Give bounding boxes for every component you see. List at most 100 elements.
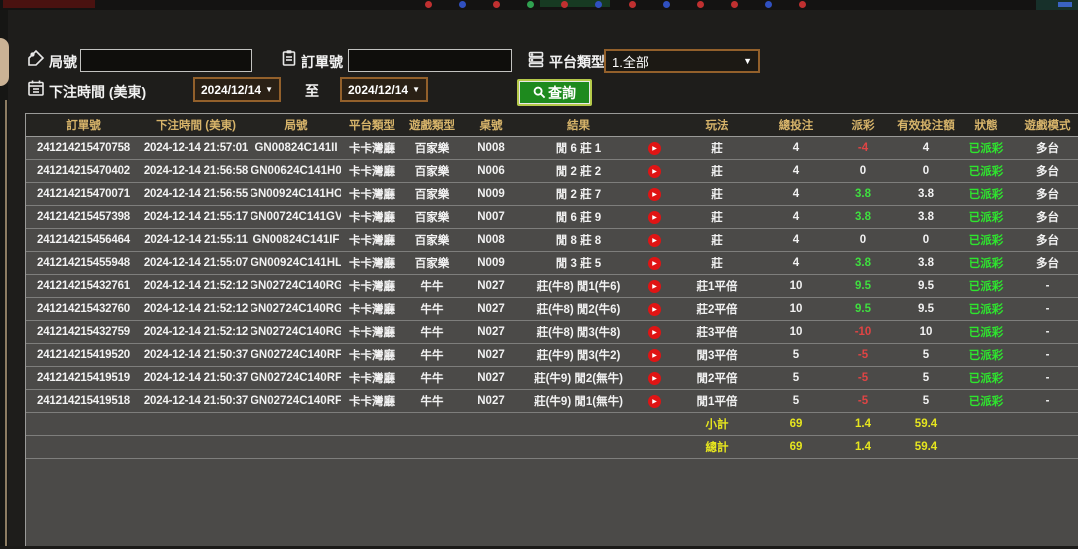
cell-bet-time: 2024-12-14 21:52:12 xyxy=(141,275,251,298)
cell-game-type: 百家樂 xyxy=(403,252,461,275)
cell-play-type: 莊 xyxy=(672,137,762,160)
roadmap-dot xyxy=(799,1,806,8)
cell-order-no: 241214215419518 xyxy=(26,390,141,413)
cell-platform-type: 卡卡灣廳 xyxy=(341,298,403,321)
cell-game-mode: 多台 xyxy=(1016,160,1078,183)
replay-play-icon[interactable]: ▶ xyxy=(647,164,661,178)
cell-status: 已派彩 xyxy=(956,367,1016,390)
platform-type-select[interactable]: 1.全部 ▼ xyxy=(604,49,760,73)
cell-platform-type: 卡卡灣廳 xyxy=(341,183,403,206)
cell-order-no: 241214215432759 xyxy=(26,321,141,344)
cell-bet-time: 2024-12-14 21:55:17 xyxy=(141,206,251,229)
platform-type-icon xyxy=(527,50,545,68)
cell-platform-type: 卡卡灣廳 xyxy=(341,160,403,183)
header-total-bet: 總投注 xyxy=(762,114,830,137)
cell-replay[interactable]: ▶ xyxy=(636,321,672,344)
cell-game-no: GN02724C140RG xyxy=(251,298,341,321)
cell-replay[interactable]: ▶ xyxy=(636,160,672,183)
cell-replay[interactable]: ▶ xyxy=(636,298,672,321)
cell-replay[interactable]: ▶ xyxy=(636,275,672,298)
cell-replay[interactable]: ▶ xyxy=(636,183,672,206)
cell-valid-bet: 3.8 xyxy=(896,206,956,229)
cell-replay[interactable]: ▶ xyxy=(636,252,672,275)
cell-result: 莊(牛9) 閒2(無牛) xyxy=(521,367,636,390)
cell-total-bet: 4 xyxy=(762,252,830,275)
date-to-select[interactable]: 2024/12/14 ▼ xyxy=(340,77,428,102)
cell-replay[interactable]: ▶ xyxy=(636,206,672,229)
game-no-label: 局號 xyxy=(49,54,77,70)
cell-total-bet: 10 xyxy=(762,275,830,298)
cell-replay[interactable]: ▶ xyxy=(636,367,672,390)
replay-play-icon[interactable]: ▶ xyxy=(647,279,661,293)
cell-payout: 3.8 xyxy=(830,206,896,229)
cell-bet-time: 2024-12-14 21:50:37 xyxy=(141,344,251,367)
cell-payout: 9.5 xyxy=(830,275,896,298)
grandtotal-row-valid-bet: 59.4 xyxy=(896,436,956,459)
cell-play-type: 莊1平倍 xyxy=(672,275,762,298)
cell-platform-type: 卡卡灣廳 xyxy=(341,252,403,275)
cell-table-no: N027 xyxy=(461,390,521,413)
header-table-no: 桌號 xyxy=(461,114,521,137)
cell-valid-bet: 5 xyxy=(896,390,956,413)
cell-table-no: N009 xyxy=(461,183,521,206)
replay-play-icon[interactable]: ▶ xyxy=(647,141,661,155)
cell-total-bet: 4 xyxy=(762,137,830,160)
replay-play-icon[interactable]: ▶ xyxy=(647,210,661,224)
replay-play-icon[interactable]: ▶ xyxy=(647,233,661,247)
date-from-select[interactable]: 2024/12/14 ▼ xyxy=(193,77,281,102)
cell-order-no: 241214215455948 xyxy=(26,252,141,275)
replay-play-icon[interactable]: ▶ xyxy=(647,302,661,316)
cell-replay[interactable]: ▶ xyxy=(636,390,672,413)
header-game-mode: 遊戲模式 xyxy=(1016,114,1078,137)
background-page-sliver xyxy=(0,0,1078,10)
bet-time-label: 下注時間 (美東) xyxy=(49,84,147,100)
cell-game-no: GN02724C140RG xyxy=(251,321,341,344)
replay-play-icon[interactable]: ▶ xyxy=(647,348,661,362)
date-to-value: 2024/12/14 xyxy=(348,82,409,97)
cell-valid-bet: 9.5 xyxy=(896,275,956,298)
grandtotal-row-payout: 1.4 xyxy=(830,436,896,459)
grandtotal-row-spacer xyxy=(26,436,672,459)
roadmap-dot xyxy=(663,1,670,8)
grandtotal-row-total-bet: 69 xyxy=(762,436,830,459)
replay-play-icon[interactable]: ▶ xyxy=(647,187,661,201)
cell-payout: 3.8 xyxy=(830,183,896,206)
cell-play-type: 莊3平倍 xyxy=(672,321,762,344)
cell-game-no: GN02724C140RG xyxy=(251,275,341,298)
cell-status: 已派彩 xyxy=(956,206,1016,229)
cell-platform-type: 卡卡灣廳 xyxy=(341,390,403,413)
cell-replay[interactable]: ▶ xyxy=(636,137,672,160)
cell-game-mode: 多台 xyxy=(1016,137,1078,160)
chevron-down-icon: ▼ xyxy=(412,85,420,94)
cell-total-bet: 5 xyxy=(762,390,830,413)
bet-records-grid: 訂單號 下注時間 (美東) 局號 平台類型 遊戲類型 桌號 結果 玩法 總投注 … xyxy=(26,114,1078,459)
cell-result: 莊(牛8) 閒3(牛8) xyxy=(521,321,636,344)
roadmap-dot xyxy=(629,1,636,8)
replay-play-icon[interactable]: ▶ xyxy=(647,325,661,339)
clipboard-icon xyxy=(280,49,298,67)
replay-play-icon[interactable]: ▶ xyxy=(647,256,661,270)
order-no-input[interactable] xyxy=(348,49,512,72)
cell-order-no: 241214215419520 xyxy=(26,344,141,367)
cell-game-type: 牛牛 xyxy=(403,298,461,321)
cell-play-type: 莊 xyxy=(672,229,762,252)
cell-replay[interactable]: ▶ xyxy=(636,344,672,367)
cell-game-no: GN00824C141II xyxy=(251,137,341,160)
cell-game-mode: 多台 xyxy=(1016,252,1078,275)
cell-game-mode: 多台 xyxy=(1016,229,1078,252)
cell-platform-type: 卡卡灣廳 xyxy=(341,275,403,298)
cell-valid-bet: 4 xyxy=(896,137,956,160)
cell-play-type: 莊 xyxy=(672,160,762,183)
cell-status: 已派彩 xyxy=(956,344,1016,367)
roadmap-dot xyxy=(493,1,500,8)
replay-play-icon[interactable]: ▶ xyxy=(647,371,661,385)
subtotal-row-label: 小計 xyxy=(672,413,762,436)
cell-valid-bet: 9.5 xyxy=(896,298,956,321)
cell-game-type: 百家樂 xyxy=(403,229,461,252)
cell-replay[interactable]: ▶ xyxy=(636,229,672,252)
game-no-input[interactable] xyxy=(80,49,252,72)
cell-game-no: GN02724C140RF xyxy=(251,390,341,413)
query-button[interactable]: 查詢 xyxy=(517,79,592,106)
cell-payout: -5 xyxy=(830,344,896,367)
replay-play-icon[interactable]: ▶ xyxy=(647,394,661,408)
